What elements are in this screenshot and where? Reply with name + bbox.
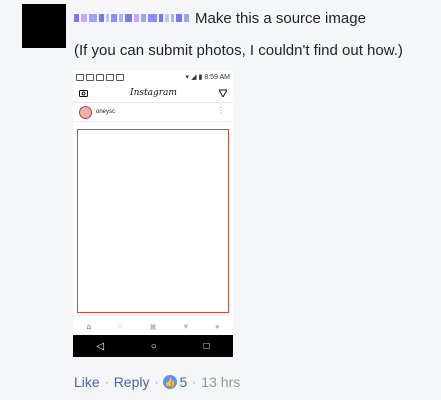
notification-icon: [106, 73, 114, 81]
timestamp[interactable]: 13 hrs: [201, 374, 240, 390]
attached-screenshot[interactable]: ▾ ◢ ▮ 8:59 AM Instagram oneysc ⋮ ⌂ ○ ▣ ♥…: [73, 70, 233, 357]
commenter-avatar[interactable]: [22, 4, 66, 48]
recents-icon: □: [203, 340, 210, 352]
notification-icon: [76, 73, 84, 81]
home-icon: ○: [150, 340, 157, 352]
separator-dot: ·: [104, 375, 109, 389]
separator-dot: ·: [192, 375, 197, 389]
like-link[interactable]: Like: [74, 374, 100, 390]
comment-text-line1: Make this a source image: [195, 9, 366, 27]
post-image-placeholder: [77, 129, 229, 313]
battery-icon: ▮: [198, 74, 203, 81]
comment-text-line2: (If you can submit photos, I couldn't fi…: [74, 42, 403, 59]
search-icon: ○: [117, 321, 123, 331]
home-icon: ⌂: [86, 321, 92, 331]
pixelated-name[interactable]: [74, 14, 189, 22]
direct-message-icon: [218, 89, 227, 97]
post-avatar: [79, 105, 92, 119]
comment-header: Make this a source image: [74, 9, 366, 27]
more-options-icon: ⋮: [217, 106, 225, 115]
post-username: oneysc: [96, 109, 116, 115]
status-bar: ▾ ◢ ▮ 8:59 AM: [73, 70, 233, 84]
separator-dot: ·: [154, 375, 159, 389]
app-title: Instagram: [130, 88, 177, 98]
signal-icon: ◢: [191, 74, 197, 81]
reaction-count[interactable]: 5: [179, 374, 187, 390]
post-header: oneysc ⋮: [73, 103, 233, 122]
back-icon: ◁: [96, 340, 105, 352]
status-time: 8:59 AM: [204, 73, 230, 81]
android-nav-bar: ◁ ○ □: [73, 335, 233, 357]
notification-icon: [96, 73, 104, 81]
instagram-bottom-nav: ⌂ ○ ▣ ♥ ●: [73, 315, 233, 336]
like-reaction-icon[interactable]: 👍: [163, 375, 178, 389]
notification-icon: [86, 73, 94, 81]
wifi-icon: ▾: [185, 74, 190, 81]
reply-link[interactable]: Reply: [114, 374, 150, 390]
instagram-header: Instagram: [73, 84, 233, 103]
camera-icon: [79, 90, 88, 97]
profile-icon: ●: [214, 321, 220, 331]
heart-icon: ♥: [183, 321, 189, 331]
comment-actions: Like · Reply · 👍 5 · 13 hrs: [74, 374, 240, 390]
add-icon: ▣: [149, 321, 157, 331]
notification-icon: [116, 73, 124, 81]
